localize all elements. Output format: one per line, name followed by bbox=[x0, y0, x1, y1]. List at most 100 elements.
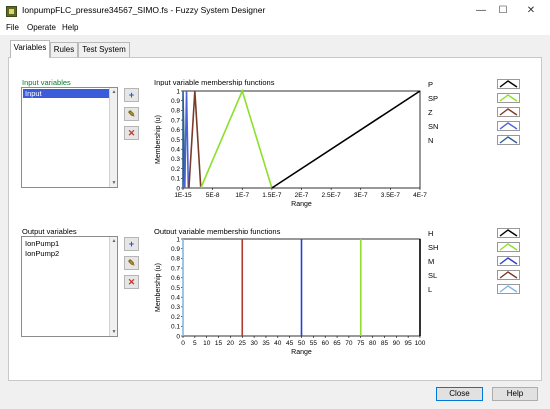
x-tick-label: 45 bbox=[286, 340, 294, 347]
y-tick-label: 1 bbox=[176, 236, 180, 243]
minimize-button[interactable]: — bbox=[472, 4, 490, 18]
y-tick-label: 0.8 bbox=[171, 108, 180, 115]
help-button[interactable]: Help bbox=[492, 387, 538, 401]
output-legend-label-m: M bbox=[428, 257, 435, 266]
x-tick-label: 0 bbox=[181, 340, 185, 347]
tab-test-system[interactable]: Test System bbox=[78, 42, 130, 57]
x-tick-label: 10 bbox=[203, 340, 211, 347]
y-tick-label: 0.9 bbox=[171, 98, 180, 105]
x-tick-label: 3.5E-7 bbox=[381, 192, 401, 199]
y-tick-label: 0.7 bbox=[171, 265, 180, 272]
delete-input-button[interactable]: ✕ bbox=[124, 126, 139, 140]
x-tick-label: 2.5E-7 bbox=[322, 192, 342, 199]
legend-line-icon bbox=[499, 271, 518, 279]
legend-line-icon bbox=[499, 243, 518, 251]
output-legend-label-l: L bbox=[428, 285, 433, 294]
output-legend-swatch-l[interactable] bbox=[497, 284, 520, 294]
x-tick-label: 65 bbox=[333, 340, 341, 347]
output-list-scrollbar[interactable]: ▲ ▼ bbox=[109, 237, 117, 336]
input-legend-label-sn: SN bbox=[428, 122, 439, 131]
output-variables-label: Output variables bbox=[22, 227, 77, 236]
y-axis-label: Membership (u) bbox=[155, 115, 162, 164]
input-membership-chart: Membership (u)00.10.20.30.40.50.60.70.80… bbox=[150, 86, 430, 216]
x-tick-label: 30 bbox=[250, 340, 258, 347]
x-tick-label: 85 bbox=[381, 340, 389, 347]
scroll-up-icon[interactable]: ▲ bbox=[110, 89, 118, 95]
x-tick-label: 4E-7 bbox=[413, 192, 427, 199]
x-tick-label: 35 bbox=[262, 340, 270, 347]
legend-line-icon bbox=[499, 136, 518, 144]
x-axis-label: Range bbox=[291, 349, 312, 356]
close-button[interactable]: Close bbox=[436, 387, 483, 401]
x-tick-label: 3E-7 bbox=[354, 192, 368, 199]
input-legend-swatch-sp[interactable] bbox=[497, 93, 520, 103]
input-variables-label: Input variables bbox=[22, 78, 71, 87]
y-tick-label: 0.3 bbox=[171, 304, 180, 311]
legend-line-icon bbox=[499, 122, 518, 130]
input-legend-label-sp: SP bbox=[428, 94, 439, 103]
x-tick-label: 50 bbox=[298, 340, 306, 347]
y-tick-label: 0.6 bbox=[171, 127, 180, 134]
legend-line-icon bbox=[499, 257, 518, 265]
x-tick-label: 1.5E-7 bbox=[262, 192, 282, 199]
input-legend-swatch-sn[interactable] bbox=[497, 121, 520, 131]
list-item[interactable]: IonPump2 bbox=[23, 249, 109, 258]
add-output-button[interactable]: + bbox=[124, 237, 139, 251]
y-tick-label: 0.5 bbox=[171, 285, 180, 292]
y-tick-label: 0.2 bbox=[171, 314, 180, 321]
x-tick-label: 90 bbox=[393, 340, 401, 347]
scroll-down-icon[interactable]: ▼ bbox=[110, 329, 118, 335]
edit-output-button[interactable]: ✎ bbox=[124, 256, 139, 270]
y-tick-label: 0.1 bbox=[171, 176, 180, 183]
y-tick-label: 0.1 bbox=[171, 324, 180, 331]
input-legend-label-n: N bbox=[428, 136, 434, 145]
input-legend-label-p: P bbox=[428, 80, 434, 89]
scroll-down-icon[interactable]: ▼ bbox=[110, 180, 118, 186]
y-tick-label: 0 bbox=[176, 333, 180, 340]
x-tick-label: 40 bbox=[274, 340, 282, 347]
output-legend-swatch-sh[interactable] bbox=[497, 242, 520, 252]
y-axis-label: Membership (u) bbox=[155, 263, 162, 312]
tab-variables[interactable]: Variables bbox=[10, 40, 50, 58]
legend-line-icon bbox=[499, 108, 518, 116]
menu-operate[interactable]: Operate bbox=[27, 23, 56, 32]
input-list-scrollbar[interactable]: ▲ ▼ bbox=[109, 88, 117, 187]
delete-output-button[interactable]: ✕ bbox=[124, 275, 139, 289]
x-tick-label: 80 bbox=[369, 340, 377, 347]
menu-help[interactable]: Help bbox=[62, 23, 78, 32]
y-tick-label: 0.4 bbox=[171, 147, 180, 154]
x-tick-label: 95 bbox=[405, 340, 413, 347]
list-item[interactable]: IonPump1 bbox=[23, 239, 109, 248]
y-tick-label: 0.3 bbox=[171, 156, 180, 163]
list-item[interactable]: Input bbox=[23, 89, 109, 98]
menu-file[interactable]: File bbox=[6, 23, 19, 32]
legend-line-icon bbox=[499, 94, 518, 102]
y-tick-label: 0.5 bbox=[171, 137, 180, 144]
x-tick-label: 20 bbox=[227, 340, 235, 347]
plot-area bbox=[182, 90, 421, 189]
output-legend-swatch-m[interactable] bbox=[497, 256, 520, 266]
edit-input-button[interactable]: ✎ bbox=[124, 107, 139, 121]
legend-line-icon bbox=[499, 229, 518, 237]
scroll-up-icon[interactable]: ▲ bbox=[110, 238, 118, 244]
input-legend-label-z: Z bbox=[428, 108, 433, 117]
add-input-button[interactable]: + bbox=[124, 88, 139, 102]
maximize-button[interactable]: ☐ bbox=[494, 4, 512, 18]
x-tick-label: 55 bbox=[310, 340, 318, 347]
input-legend-swatch-p[interactable] bbox=[497, 79, 520, 89]
output-variables-list[interactable]: IonPump1 IonPump2 ▲ ▼ bbox=[21, 236, 118, 337]
x-tick-label: 100 bbox=[415, 340, 426, 347]
input-legend-swatch-z[interactable] bbox=[497, 107, 520, 117]
close-window-button[interactable]: ✕ bbox=[522, 4, 540, 18]
output-legend-swatch-sl[interactable] bbox=[497, 270, 520, 280]
tab-rules[interactable]: Rules bbox=[50, 42, 78, 57]
input-variables-list[interactable]: Input ▲ ▼ bbox=[21, 87, 118, 188]
x-tick-label: 5E-8 bbox=[206, 192, 220, 199]
output-legend-swatch-h[interactable] bbox=[497, 228, 520, 238]
x-tick-label: 70 bbox=[345, 340, 353, 347]
legend-line-icon bbox=[499, 80, 518, 88]
x-tick-label: 2E-7 bbox=[295, 192, 309, 199]
input-legend-swatch-n[interactable] bbox=[497, 135, 520, 145]
window-title: IonpumpFLC_pressure34567_SIMO.fs - Fuzzy… bbox=[22, 5, 266, 15]
x-axis-label: Range bbox=[291, 201, 312, 208]
